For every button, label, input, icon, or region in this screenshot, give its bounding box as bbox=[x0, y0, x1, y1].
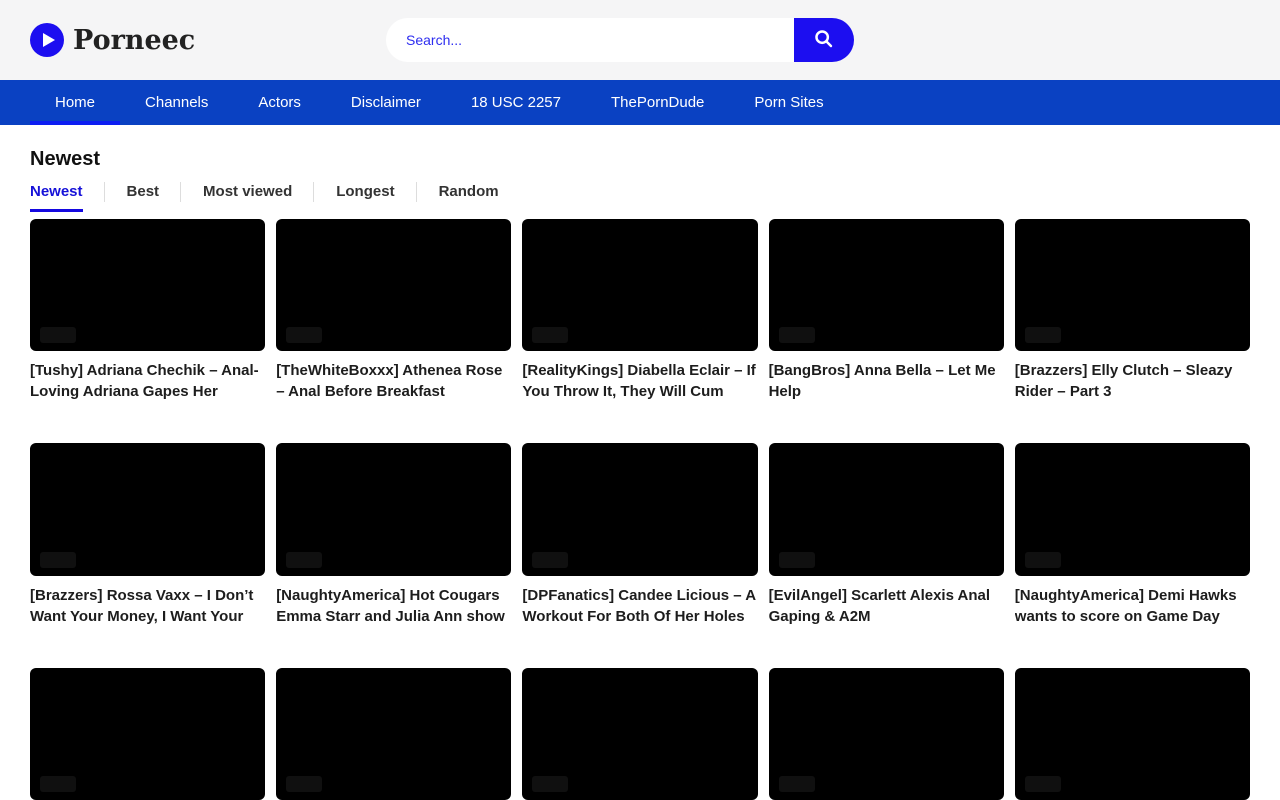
video-card[interactable]: [Tushy] Adriana Chechik – Anal-Loving Ad… bbox=[30, 219, 265, 402]
video-grid: [Tushy] Adriana Chechik – Anal-Loving Ad… bbox=[30, 219, 1250, 800]
sort-tab-label: Most viewed bbox=[203, 182, 292, 212]
page-title: Newest bbox=[30, 148, 1250, 170]
video-thumbnail[interactable] bbox=[522, 668, 757, 800]
main-nav: Home Channels Actors Disclaimer 18 USC 2… bbox=[0, 80, 1280, 125]
duration-badge bbox=[286, 776, 322, 792]
nav-item-label: Disclaimer bbox=[351, 94, 421, 111]
sort-tab-longest[interactable]: Longest bbox=[314, 182, 416, 212]
play-icon bbox=[30, 23, 64, 57]
main-content: Newest Newest Best Most viewed Longest R… bbox=[0, 125, 1280, 800]
duration-badge bbox=[779, 776, 815, 792]
sort-tab-newest[interactable]: Newest bbox=[30, 182, 105, 212]
nav-item-porn-sites[interactable]: Porn Sites bbox=[729, 80, 848, 125]
video-thumbnail[interactable] bbox=[522, 219, 757, 351]
sort-tab-label: Random bbox=[439, 182, 499, 212]
video-thumbnail[interactable] bbox=[522, 443, 757, 575]
search-input[interactable] bbox=[386, 18, 794, 62]
duration-badge bbox=[779, 552, 815, 568]
duration-badge bbox=[532, 776, 568, 792]
duration-badge bbox=[286, 552, 322, 568]
video-thumbnail[interactable] bbox=[276, 668, 511, 800]
video-thumbnail[interactable] bbox=[276, 219, 511, 351]
video-thumbnail[interactable] bbox=[769, 219, 1004, 351]
nav-item-18-usc-2257[interactable]: 18 USC 2257 bbox=[446, 80, 586, 125]
site-logo[interactable]: Porneec bbox=[30, 23, 195, 57]
video-title[interactable]: [EvilAngel] Scarlett Alexis Anal Gaping … bbox=[769, 585, 1004, 627]
video-thumbnail[interactable] bbox=[30, 443, 265, 575]
video-card[interactable] bbox=[522, 668, 757, 800]
duration-badge bbox=[532, 552, 568, 568]
nav-item-label: Channels bbox=[145, 94, 208, 111]
video-thumbnail[interactable] bbox=[1015, 219, 1250, 351]
video-title[interactable]: [NaughtyAmerica] Demi Hawks wants to sco… bbox=[1015, 585, 1250, 627]
video-thumbnail[interactable] bbox=[30, 668, 265, 800]
duration-badge bbox=[286, 327, 322, 343]
video-thumbnail[interactable] bbox=[769, 443, 1004, 575]
video-card[interactable]: [NaughtyAmerica] Hot Cougars Emma Starr … bbox=[276, 443, 511, 626]
duration-badge bbox=[40, 776, 76, 792]
nav-item-home[interactable]: Home bbox=[30, 80, 120, 125]
duration-badge bbox=[1025, 776, 1061, 792]
video-title[interactable]: [DPFanatics] Candee Licious – A Workout … bbox=[522, 585, 757, 627]
nav-item-label: Home bbox=[55, 94, 95, 111]
nav-item-label: 18 USC 2257 bbox=[471, 94, 561, 111]
video-card[interactable]: [NaughtyAmerica] Demi Hawks wants to sco… bbox=[1015, 443, 1250, 626]
search-button[interactable] bbox=[794, 18, 854, 62]
video-card[interactable]: [EvilAngel] Scarlett Alexis Anal Gaping … bbox=[769, 443, 1004, 626]
video-card[interactable]: [BangBros] Anna Bella – Let Me Help bbox=[769, 219, 1004, 402]
nav-item-theporndude[interactable]: ThePornDude bbox=[586, 80, 729, 125]
video-card[interactable] bbox=[1015, 668, 1250, 800]
duration-badge bbox=[532, 327, 568, 343]
duration-badge bbox=[1025, 327, 1061, 343]
sort-tab-label: Longest bbox=[336, 182, 394, 212]
video-thumbnail[interactable] bbox=[1015, 668, 1250, 800]
video-title[interactable]: [Brazzers] Rossa Vaxx – I Don’t Want You… bbox=[30, 585, 265, 627]
sort-tab-best[interactable]: Best bbox=[105, 182, 182, 212]
video-card[interactable]: [TheWhiteBoxxx] Athenea Rose – Anal Befo… bbox=[276, 219, 511, 402]
site-header: Porneec bbox=[0, 0, 1280, 80]
video-thumbnail[interactable] bbox=[769, 668, 1004, 800]
nav-item-label: ThePornDude bbox=[611, 94, 704, 111]
nav-item-actors[interactable]: Actors bbox=[233, 80, 326, 125]
video-card[interactable] bbox=[769, 668, 1004, 800]
video-thumbnail[interactable] bbox=[30, 219, 265, 351]
video-card[interactable]: [Brazzers] Rossa Vaxx – I Don’t Want You… bbox=[30, 443, 265, 626]
duration-badge bbox=[40, 327, 76, 343]
duration-badge bbox=[40, 552, 76, 568]
duration-badge bbox=[1025, 552, 1061, 568]
nav-item-channels[interactable]: Channels bbox=[120, 80, 233, 125]
nav-item-label: Actors bbox=[258, 94, 301, 111]
sort-tabs: Newest Best Most viewed Longest Random bbox=[30, 182, 1250, 212]
video-title[interactable]: [Brazzers] Elly Clutch – Sleazy Rider – … bbox=[1015, 360, 1250, 402]
sort-tab-label: Newest bbox=[30, 182, 83, 212]
video-thumbnail[interactable] bbox=[1015, 443, 1250, 575]
video-title[interactable]: [RealityKings] Diabella Eclair – If You … bbox=[522, 360, 757, 402]
video-title[interactable]: [NaughtyAmerica] Hot Cougars Emma Starr … bbox=[276, 585, 511, 627]
sort-tab-label: Best bbox=[127, 182, 160, 212]
sort-tab-most-viewed[interactable]: Most viewed bbox=[181, 182, 314, 212]
nav-item-label: Porn Sites bbox=[754, 94, 823, 111]
search-icon bbox=[813, 28, 835, 53]
video-card[interactable] bbox=[30, 668, 265, 800]
video-title[interactable]: [BangBros] Anna Bella – Let Me Help bbox=[769, 360, 1004, 402]
video-card[interactable]: [Brazzers] Elly Clutch – Sleazy Rider – … bbox=[1015, 219, 1250, 402]
video-card[interactable]: [RealityKings] Diabella Eclair – If You … bbox=[522, 219, 757, 402]
video-card[interactable] bbox=[276, 668, 511, 800]
duration-badge bbox=[779, 327, 815, 343]
video-title[interactable]: [Tushy] Adriana Chechik – Anal-Loving Ad… bbox=[30, 360, 265, 402]
video-card[interactable]: [DPFanatics] Candee Licious – A Workout … bbox=[522, 443, 757, 626]
video-thumbnail[interactable] bbox=[276, 443, 511, 575]
sort-tab-random[interactable]: Random bbox=[417, 182, 521, 212]
search-bar bbox=[386, 18, 854, 62]
video-title[interactable]: [TheWhiteBoxxx] Athenea Rose – Anal Befo… bbox=[276, 360, 511, 402]
brand-name: Porneec bbox=[73, 25, 195, 56]
nav-item-disclaimer[interactable]: Disclaimer bbox=[326, 80, 446, 125]
